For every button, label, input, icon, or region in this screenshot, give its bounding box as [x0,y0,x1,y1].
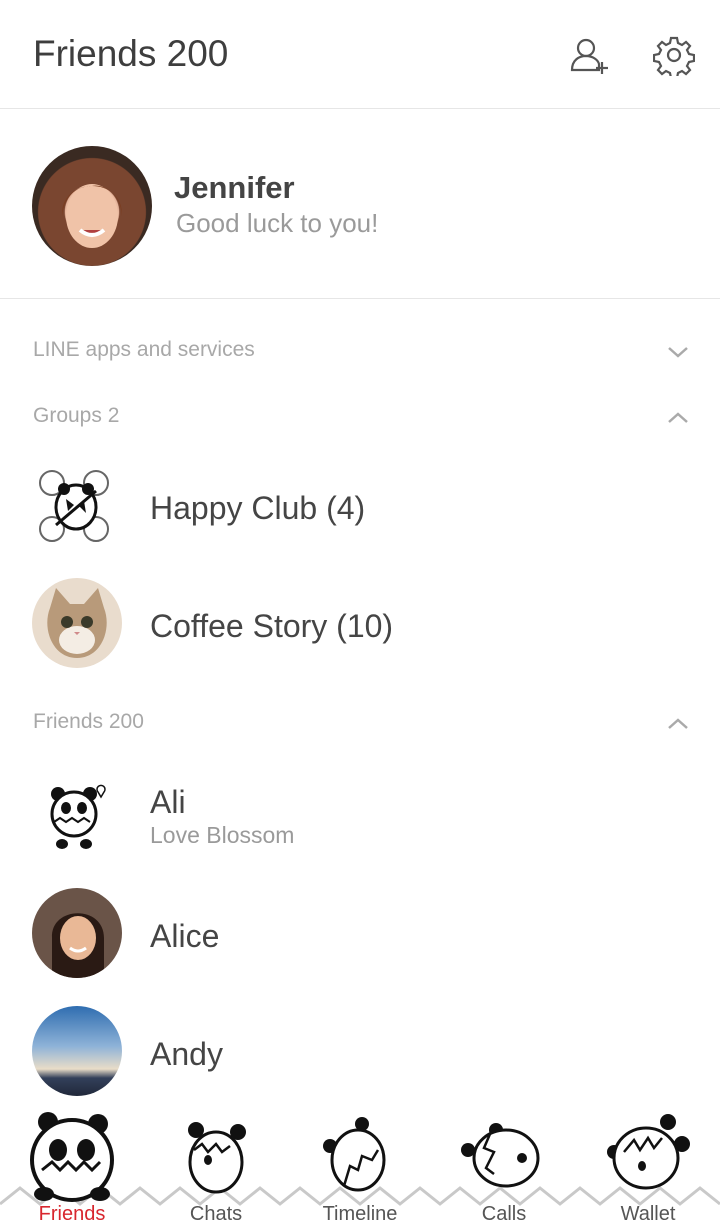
egg-calls-icon [461,1123,540,1188]
avatar[interactable] [32,146,152,266]
chevron-up-icon[interactable] [666,716,690,732]
chevron-down-icon[interactable] [666,344,690,360]
add-friend-icon[interactable] [569,34,611,76]
tab-wallet[interactable]: Wallet [576,1100,720,1232]
bottom-tab-bar: Friends Chats Timeline Calls Wallet [0,1100,720,1232]
tab-label: Chats [189,1203,243,1225]
tab-label: Wallet [620,1203,676,1225]
tab-label: Calls [481,1203,527,1225]
section-groups[interactable]: Groups 2 [33,404,119,428]
my-profile[interactable] [0,108,720,299]
tab-label: Timeline [322,1203,398,1225]
friend-name: Alice [150,918,220,954]
friend-status: Love Blossom [150,822,295,848]
avatar [32,888,122,978]
tab-chats[interactable]: Chats [144,1100,288,1232]
egg-chats-icon [188,1122,246,1194]
egg-timeline-icon [323,1117,386,1192]
section-line-apps[interactable]: LINE apps and services [33,338,255,362]
group-name: Coffee Story (10) [150,608,394,644]
header: Friends 200 [0,0,720,109]
chevron-up-icon[interactable] [666,410,690,426]
gear-icon[interactable] [653,34,695,76]
group-name: Happy Club (4) [150,490,366,526]
tab-label: Friends [38,1203,106,1225]
panda-friends-icon [30,1112,114,1202]
tab-calls[interactable]: Calls [432,1100,576,1232]
profile-name: Jennifer [174,170,295,205]
page-title: Friends 200 [33,33,229,74]
tab-timeline[interactable]: Timeline [288,1100,432,1232]
friend-name: Ali [150,784,186,820]
section-friends[interactable]: Friends 200 [33,710,144,734]
profile-status: Good luck to you! [176,208,379,238]
panda-avatar-icon [50,784,106,849]
avatar [32,578,122,668]
avatar [32,1006,122,1096]
panda-group-icon [39,470,109,542]
friend-name: Andy [150,1036,223,1072]
egg-wallet-icon [607,1114,690,1190]
tab-friends[interactable]: Friends [0,1100,144,1232]
